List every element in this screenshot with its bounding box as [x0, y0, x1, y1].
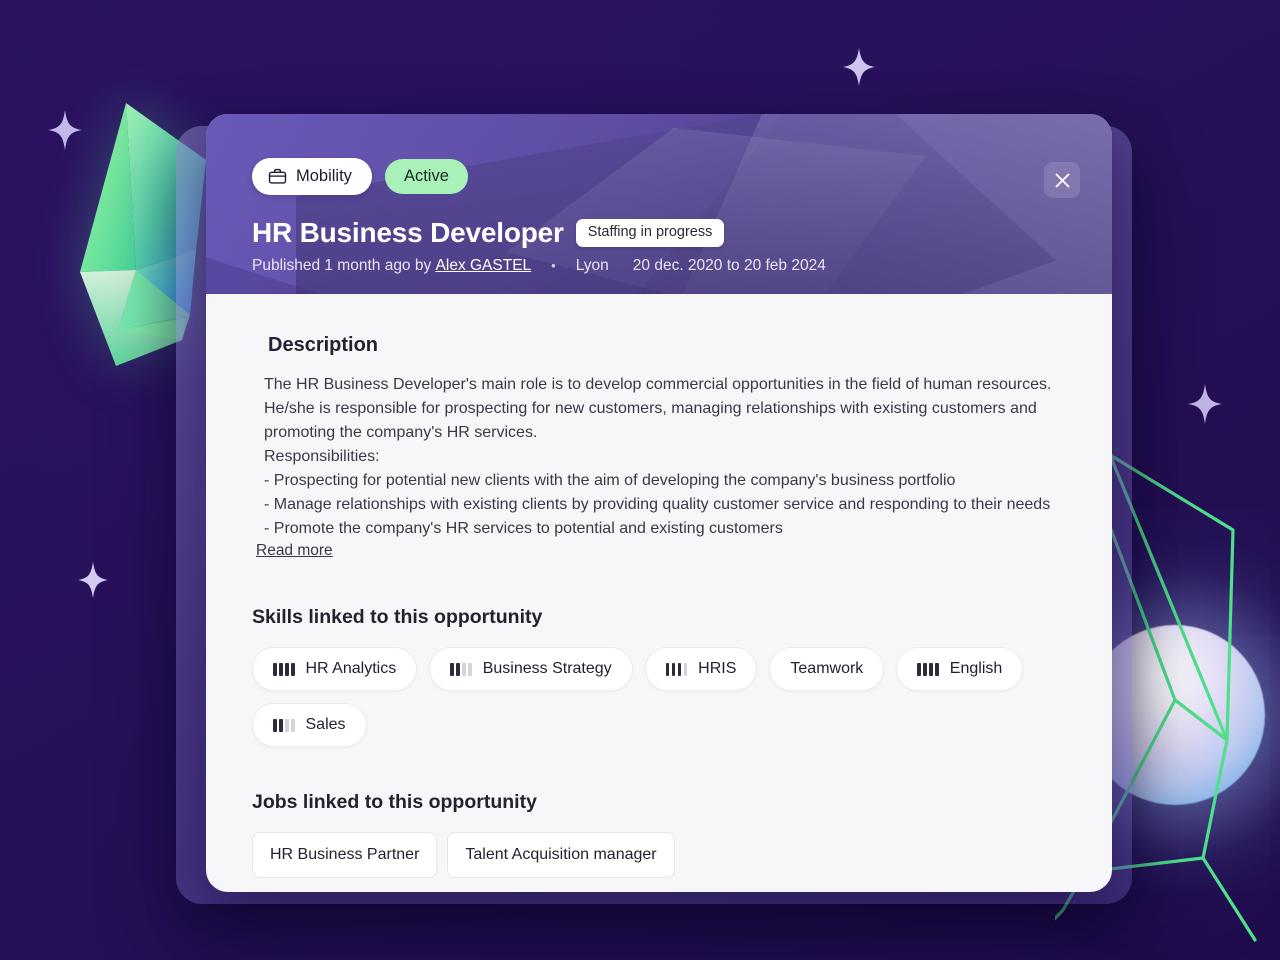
description-paragraph: - Prospecting for potential new clients …: [264, 472, 956, 489]
skill-level-bars-icon: [273, 718, 295, 732]
page-title: HR Business Developer: [252, 217, 564, 248]
skill-chip-label: Teamwork: [790, 660, 864, 677]
jobs-section-title: Jobs linked to this opportunity: [252, 791, 537, 813]
skill-chip-label: English: [949, 660, 1003, 677]
skill-level-bars-icon: [273, 662, 295, 676]
skill-level-bars-icon: [665, 662, 688, 676]
skill-level-bars-icon: [917, 662, 939, 676]
description-paragraph: - Promote the company's HR services to p…: [264, 520, 783, 537]
job-chip[interactable]: Talent Acquisition manager: [447, 832, 675, 878]
jobs-list: HR Business Partner Talent Acquisition ma…: [252, 832, 1066, 878]
skills-section-title: Skills linked to this opportunity: [252, 606, 543, 628]
skill-chip[interactable]: Business Strategy: [429, 647, 633, 691]
tag-mobility[interactable]: Mobility: [252, 158, 372, 195]
meta-dates: 20 dec. 2020 to 20 feb 2024: [632, 257, 826, 274]
modal-header: Mobility Active HR Business Developer St…: [206, 114, 1112, 294]
sparkle-decoration-icon: [78, 562, 108, 598]
sparkle-decoration-icon: [1188, 384, 1222, 424]
sparkle-decoration-icon: [48, 110, 82, 150]
description-text: The HR Business Developer's main role is…: [264, 373, 1066, 541]
close-icon: [1055, 173, 1069, 187]
opportunity-detail-modal: Mobility Active HR Business Developer St…: [206, 114, 1112, 892]
meta-row: Published 1 month ago by Alex GASTEL • L…: [252, 257, 1112, 275]
meta-published-label: Published 1 month ago by: [252, 257, 432, 274]
status-badge-staffing: Staffing in progress: [575, 219, 725, 247]
header-tag-row: Mobility Active: [252, 158, 1112, 195]
skill-chip[interactable]: Sales: [252, 703, 367, 747]
skills-list: HR Analytics Business Strategy HRIS Teamwor…: [252, 647, 1066, 747]
page-background: Mobility Active HR Business Developer St…: [0, 0, 1280, 960]
tag-mobility-label: Mobility: [296, 167, 352, 186]
job-chip[interactable]: HR Business Partner: [252, 832, 438, 878]
description-paragraph: - Manage relationships with existing cli…: [264, 496, 1051, 513]
skill-chip[interactable]: Teamwork: [769, 647, 885, 691]
sparkle-decoration-icon: [843, 48, 875, 86]
skill-chip[interactable]: HRIS: [644, 647, 758, 691]
status-badge-active: Active: [384, 159, 468, 194]
meta-separator: •: [551, 258, 556, 273]
briefcase-icon: [268, 168, 287, 184]
close-button[interactable]: [1044, 162, 1080, 198]
skill-chip-label: Business Strategy: [482, 660, 612, 677]
description-paragraph: Responsibilities:: [264, 448, 380, 465]
skill-chip-label: Sales: [305, 716, 346, 733]
skill-chip-label: HRIS: [698, 660, 737, 677]
meta-location: Lyon: [575, 257, 609, 274]
skill-chip-label: HR Analytics: [305, 660, 397, 677]
meta-author-link[interactable]: Alex GASTEL: [436, 257, 532, 275]
skill-level-bars-icon: [450, 662, 472, 676]
description-paragraph: The HR Business Developer's main role is…: [264, 376, 1052, 441]
description-section-title: Description: [268, 334, 379, 356]
read-more-link[interactable]: Read more: [256, 542, 333, 560]
title-row: HR Business Developer Staffing in progre…: [252, 217, 1112, 249]
skill-chip[interactable]: HR Analytics: [252, 647, 418, 691]
modal-body: Description The HR Business Developer's …: [206, 294, 1112, 878]
skill-chip[interactable]: English: [896, 647, 1024, 691]
